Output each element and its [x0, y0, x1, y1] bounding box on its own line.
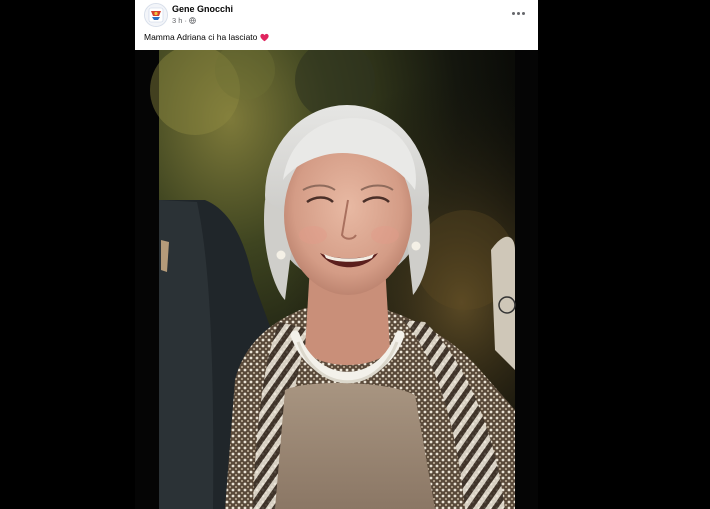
- post-header: Gene Gnocchi 3 h ·: [135, 0, 538, 30]
- author-avatar[interactable]: [144, 3, 168, 27]
- avatar-image: [145, 4, 167, 26]
- post-meta: 3 h ·: [172, 16, 196, 25]
- portrait-photo: [135, 50, 538, 509]
- dot: [521, 11, 525, 15]
- dot: [516, 11, 520, 15]
- post-photo[interactable]: [135, 50, 538, 509]
- more-options-icon[interactable]: [507, 6, 529, 20]
- meta-separator: ·: [184, 16, 187, 25]
- dot: [511, 11, 515, 15]
- post-time[interactable]: 3 h: [172, 16, 182, 25]
- red-heart-icon: [260, 33, 270, 41]
- author-name[interactable]: Gene Gnocchi: [172, 4, 233, 14]
- caption-text: Mamma Adriana ci ha lasciato: [144, 32, 258, 42]
- facebook-post-card: Gene Gnocchi 3 h · Mamma Adriana ci ha l…: [135, 0, 538, 509]
- globe-icon[interactable]: [189, 17, 196, 24]
- post-caption: Mamma Adriana ci ha lasciato: [144, 32, 270, 42]
